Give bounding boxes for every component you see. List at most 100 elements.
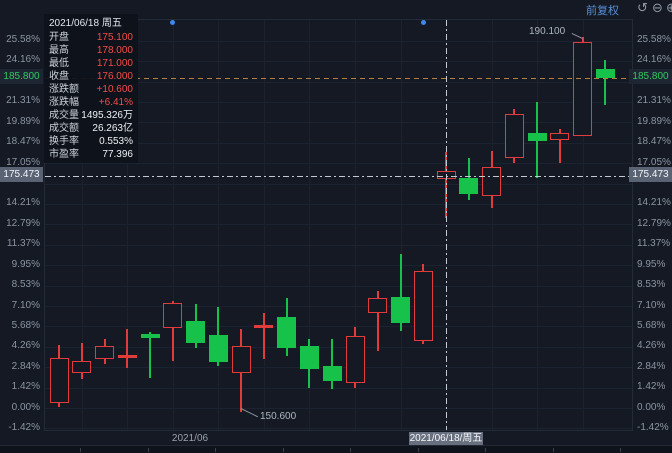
stock-kline-screen: 190.100150.600 25.58%24.16%21.31%19.89%1…	[0, 0, 672, 453]
axis-tick-label: 19.89%	[0, 116, 40, 127]
candle-body[interactable]	[163, 303, 182, 329]
candle-body[interactable]	[72, 361, 91, 373]
navigator-tick	[485, 448, 486, 452]
tooltip-row-value: +6.41%	[99, 96, 133, 109]
candle-body[interactable]	[277, 317, 296, 348]
candle-body[interactable]	[528, 133, 547, 142]
horizontal-gridline	[45, 184, 632, 185]
axis-tick-label: 24.16%	[0, 54, 40, 65]
axis-tick-label: 21.31%	[0, 95, 40, 106]
candle-body[interactable]	[346, 336, 365, 383]
axis-tick-label: 5.68%	[637, 320, 671, 331]
candle-body[interactable]	[141, 334, 160, 338]
tooltip-row-value: 0.553%	[99, 135, 133, 148]
candle-body[interactable]	[232, 346, 251, 373]
crosshair-vertical-line	[446, 20, 447, 431]
axis-tick-label: 12.79%	[0, 218, 40, 229]
navigator-tick	[283, 448, 284, 452]
candle-body[interactable]	[209, 335, 228, 363]
candle-body[interactable]	[505, 114, 524, 158]
candle-body[interactable]	[323, 366, 342, 381]
last-close-badge-left: 185.800	[0, 69, 43, 84]
tooltip-row-value: 178.000	[97, 44, 133, 57]
candle-body[interactable]	[596, 69, 615, 78]
axis-tick-label: 11.37%	[637, 238, 671, 249]
crosshair-date-badge: 2021/06/18/周五	[409, 432, 483, 445]
event-marker-dot[interactable]	[421, 20, 426, 25]
tooltip-row: 最高178.000	[49, 44, 133, 57]
axis-tick-label: 4.26%	[0, 340, 40, 351]
horizontal-gridline	[45, 408, 632, 409]
vertical-gridline	[264, 20, 265, 430]
candle-body[interactable]	[368, 298, 387, 313]
navigator-tick	[620, 448, 621, 452]
x-axis-month-label: 2021/06	[163, 433, 217, 444]
axis-tick-label: 0.00%	[0, 402, 40, 413]
axis-tick-label: 14.21%	[0, 197, 40, 208]
candle-body[interactable]	[550, 133, 569, 141]
axis-tick-label: 25.58%	[0, 34, 40, 45]
tooltip-row: 涨跌幅 +6.41%	[49, 96, 133, 109]
vertical-gridline	[492, 20, 493, 430]
candle-wick	[149, 332, 151, 378]
axis-tick-label: 1.42%	[637, 381, 671, 392]
candle-body[interactable]	[254, 325, 273, 328]
candle-body[interactable]	[391, 297, 410, 323]
event-marker-dot[interactable]	[170, 20, 175, 25]
candle-body[interactable]	[482, 167, 501, 196]
tooltip-row: 成交量1495.326万	[49, 109, 133, 122]
tooltip-row-value: 26.263亿	[92, 122, 133, 135]
tooltip-row-value: 171.000	[97, 57, 133, 70]
navigator-tick	[350, 448, 351, 452]
axis-tick-label: 17.05%	[637, 157, 671, 168]
candle-body[interactable]	[414, 271, 433, 340]
candle-wick	[604, 60, 606, 106]
annotation-connector-line	[572, 33, 583, 39]
axis-tick-label: 21.31%	[637, 95, 671, 106]
tooltip-row: 开盘175.100	[49, 31, 133, 44]
candle-wick	[263, 313, 265, 359]
axis-tick-label: 2.84%	[0, 361, 40, 372]
candle-body[interactable]	[50, 358, 69, 404]
horizontal-gridline	[45, 286, 632, 287]
zoom-out-icon[interactable]: ⊖	[652, 1, 663, 14]
horizontal-gridline	[45, 163, 632, 164]
tooltip-row-label: 涨跌幅	[49, 96, 79, 109]
candle-body[interactable]	[186, 321, 205, 343]
candle-wick	[331, 339, 333, 389]
tooltip-row-value: 1495.326万	[81, 109, 133, 122]
candle-body[interactable]	[300, 346, 319, 369]
horizontal-gridline	[45, 265, 632, 266]
candle-body[interactable]	[118, 355, 137, 358]
horizontal-gridline	[45, 428, 632, 429]
tooltip-row-label: 换手率	[49, 135, 79, 148]
horizontal-gridline	[45, 388, 632, 389]
tooltip-row-value: +10.600	[97, 83, 133, 96]
axis-tick-label: 25.58%	[637, 34, 671, 45]
axis-tick-label: 4.26%	[637, 340, 671, 351]
tooltip-row-label: 市盈率	[49, 148, 79, 161]
zoom-in-icon[interactable]: ⊕	[666, 1, 672, 14]
tooltip-row-label: 开盘	[49, 31, 69, 44]
axis-tick-label: 8.53%	[0, 279, 40, 290]
axis-tick-label: 5.68%	[0, 320, 40, 331]
horizontal-gridline	[45, 326, 632, 327]
tooltip-row-label: 收盘	[49, 70, 69, 83]
adjust-mode-button[interactable]: 前复权	[586, 2, 619, 18]
last-close-badge-right: 185.800	[629, 69, 672, 84]
navigator-tick	[418, 448, 419, 452]
ohlc-tooltip: 2021/06/18 周五 开盘175.100最高178.000最低171.00…	[44, 14, 138, 163]
axis-tick-label: 18.47%	[637, 136, 671, 147]
axis-tick-label: 9.95%	[637, 259, 671, 270]
bottom-navigator-strip[interactable]	[0, 445, 672, 453]
horizontal-gridline	[45, 347, 632, 348]
axis-tick-label: -1.42%	[637, 422, 671, 433]
candle-body[interactable]	[95, 346, 114, 358]
tooltip-row-value: 77.396	[102, 148, 133, 161]
axis-tick-label: 14.21%	[637, 197, 671, 208]
candle-body[interactable]	[573, 42, 592, 136]
vertical-gridline	[218, 20, 219, 430]
undo-icon[interactable]: ↺	[637, 1, 648, 14]
axis-tick-label: 2.84%	[637, 361, 671, 372]
candle-body[interactable]	[459, 178, 478, 193]
